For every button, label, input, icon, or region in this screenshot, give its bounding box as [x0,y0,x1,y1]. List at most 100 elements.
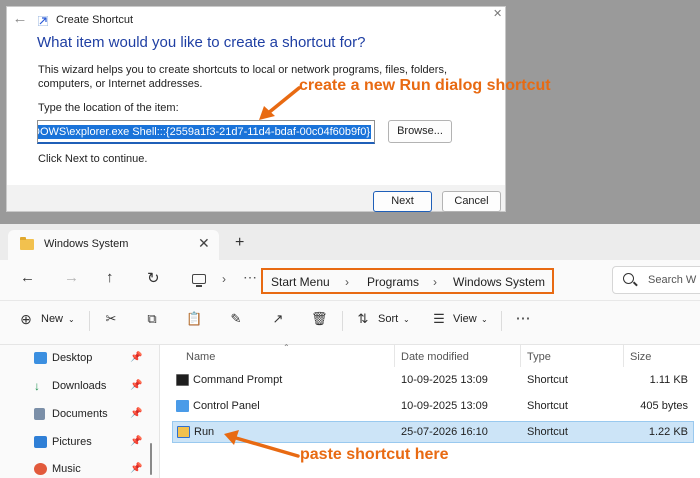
column-header-date[interactable]: Date modified [401,351,469,363]
up-arrow-icon[interactable]: ↑ [106,269,114,286]
breadcrumb-item[interactable]: Programs [367,275,419,289]
pin-icon[interactable]: 📌 [130,408,142,419]
folder-icon [20,237,34,250]
more-locations-icon[interactable]: ⋯ [243,269,257,286]
chevron-right-icon: › [222,272,226,286]
shortcut-app-icon [38,16,48,26]
sort-icon[interactable]: ⇅ [355,311,371,327]
pin-icon[interactable]: 📌 [130,463,142,474]
delete-icon[interactable]: 🗑 [311,311,328,327]
this-pc-icon[interactable] [192,274,206,287]
file-type: Shortcut [527,374,568,386]
breadcrumb-item[interactable]: Windows System [453,275,545,289]
annotation-top: create a new Run dialog shortcut [299,77,551,94]
search-icon [623,273,634,284]
file-type: Shortcut [527,400,568,412]
file-type: Shortcut [527,426,568,438]
dialog-heading: What item would you like to create a sho… [37,34,366,51]
location-input-value: DOWS\explorer.exe Shell:::{2559a1f3-21d7… [38,125,371,139]
nav-item-label: Music [52,463,81,475]
chevron-down-icon[interactable]: ⌄ [68,315,75,324]
toolbar-divider [342,311,343,331]
column-header-size[interactable]: Size [630,351,651,363]
view-icon[interactable]: ☰ [431,311,447,327]
nav-item-downloads[interactable]: ↓ Downloads 📌 [34,377,148,397]
column-header-name[interactable]: Name [186,351,215,363]
run-icon [177,426,190,438]
cancel-button[interactable]: Cancel [442,191,501,212]
control-panel-icon [176,400,189,412]
chevron-right-icon: › [433,275,437,289]
browse-button[interactable]: Browse... [388,120,452,143]
nav-item-label: Documents [52,408,108,420]
location-input[interactable]: DOWS\explorer.exe Shell:::{2559a1f3-21d7… [37,120,375,144]
nav-scrollbar[interactable] [150,443,152,475]
nav-item-pictures[interactable]: Pictures 📌 [34,433,148,453]
navigation-pane: Desktop 📌 ↓ Downloads 📌 Documents 📌 Pict… [0,345,160,478]
rename-icon[interactable]: ✎ [228,311,244,327]
copy-icon[interactable]: ⧉ [144,311,160,327]
next-button[interactable]: Next [373,191,432,212]
search-placeholder: Search W [648,274,697,286]
share-icon[interactable]: ↗ [270,311,286,327]
back-icon[interactable]: ← [20,269,35,286]
new-tab-icon[interactable]: + [235,234,244,252]
annotation-bottom: paste shortcut here [300,446,449,463]
downloads-icon: ↓ [34,379,40,393]
nav-item-documents[interactable]: Documents 📌 [34,405,148,425]
nav-item-label: Downloads [52,380,107,392]
documents-icon [34,408,45,420]
close-icon[interactable]: ✕ [493,7,502,20]
file-size: 1.22 KB [648,426,688,438]
pin-icon[interactable]: 📌 [130,436,142,447]
new-plus-icon[interactable]: ⊕ [18,311,34,327]
column-divider[interactable] [623,345,624,367]
breadcrumb-item[interactable]: Start Menu [271,275,330,289]
annotation-arrow-top [259,86,301,120]
explorer-navbar: ← → ↑ ↻ › ⋯ Start Menu › Programs › Wind… [0,260,700,300]
chevron-down-icon[interactable]: ⌄ [481,315,488,324]
toolbar-divider [501,311,502,331]
command-prompt-icon [176,374,189,386]
column-divider[interactable] [520,345,521,367]
chevron-down-icon[interactable]: ⌄ [403,315,410,324]
pin-icon[interactable]: 📌 [130,380,142,391]
view-button[interactable]: View [453,313,477,325]
forward-icon[interactable]: → [64,269,79,286]
nav-item-music[interactable]: Music 📌 [34,460,148,478]
file-date: 25-07-2026 16:10 [401,426,488,438]
dialog-title: Create Shortcut [56,14,134,26]
nav-item-desktop[interactable]: Desktop 📌 [34,349,148,369]
breadcrumb[interactable]: Start Menu › Programs › Windows System [261,268,554,294]
command-bar: ⊕ New ⌄ ✂ ⧉ 📋 ✎ ↗ 🗑 ⇅ Sort ⌄ ☰ View ⌄ ⋯ [0,300,700,344]
tab-close-icon[interactable]: ✕ [198,235,210,252]
file-name: Command Prompt [193,374,283,386]
sort-caret-icon: ⌃ [283,343,290,352]
file-row-command-prompt[interactable]: Command Prompt 10-09-2025 13:09 Shortcut… [172,370,694,392]
tab-windows-system[interactable]: Windows System ✕ [8,230,219,260]
refresh-icon[interactable]: ↻ [147,269,160,287]
more-options-icon[interactable]: ⋯ [515,311,531,327]
back-arrow-icon[interactable]: ← [11,10,29,28]
pictures-icon [34,436,47,448]
new-button[interactable]: New [41,313,63,325]
search-box[interactable]: Search W [612,266,700,294]
file-row-control-panel[interactable]: Control Panel 10-09-2025 13:09 Shortcut … [172,396,694,418]
file-name: Control Panel [193,400,260,412]
paste-icon[interactable]: 📋 [186,311,202,327]
cut-icon[interactable]: ✂ [103,311,119,327]
pin-icon[interactable]: 📌 [130,352,142,363]
tab-label: Windows System [44,238,129,250]
column-divider[interactable] [394,345,395,367]
file-explorer-window: Windows System ✕ + ← → ↑ ↻ › ⋯ Start Men… [0,224,700,478]
file-name: Run [194,426,215,438]
nav-item-label: Pictures [52,436,92,448]
location-label: Type the location of the item: [38,102,179,114]
sort-button[interactable]: Sort [378,313,398,325]
file-size: 1.11 KB [649,374,688,386]
music-icon [34,463,47,475]
desktop-icon [34,352,47,364]
chevron-right-icon: › [345,275,349,289]
column-header-type[interactable]: Type [527,351,551,363]
toolbar-divider [89,311,90,331]
